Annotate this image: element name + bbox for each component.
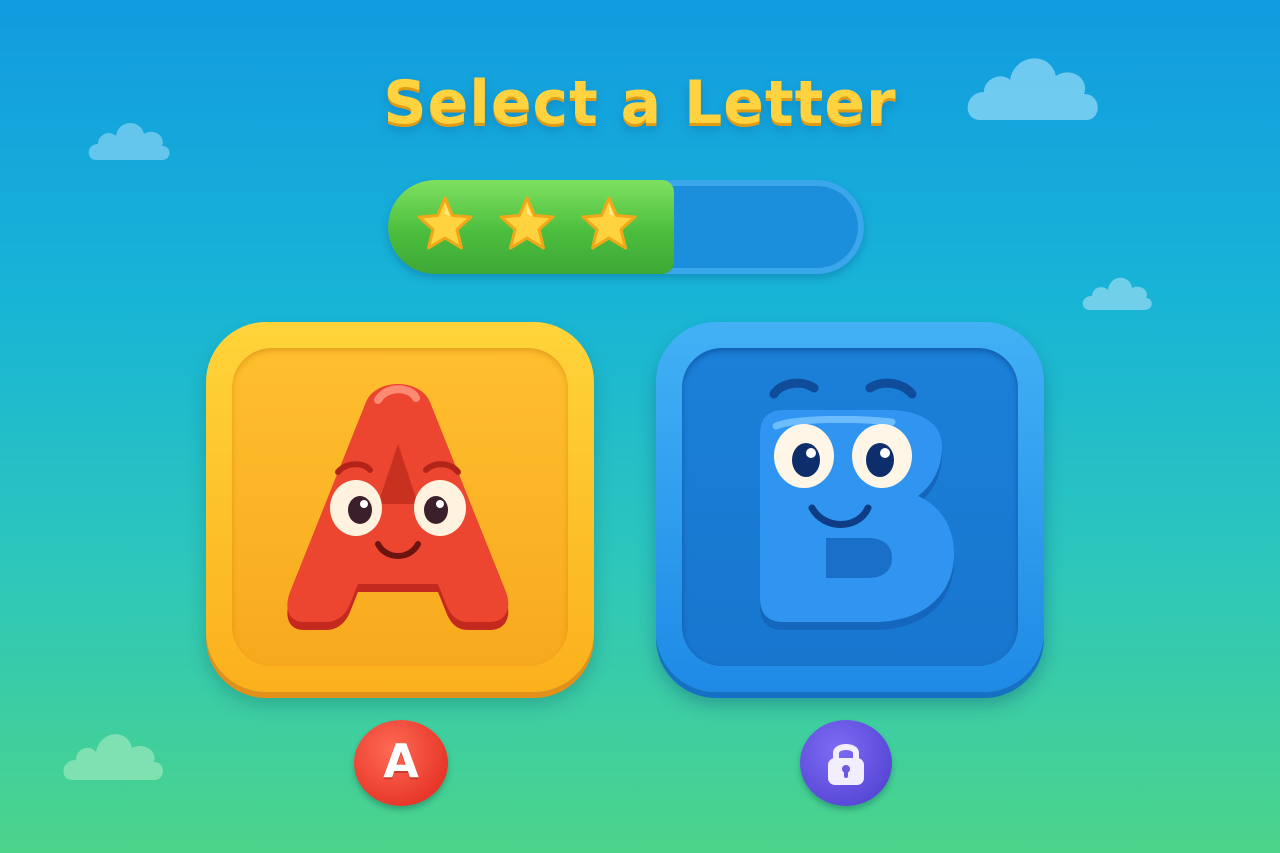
letter-b-character <box>760 378 954 630</box>
star-icon <box>417 196 473 250</box>
cloud-icon <box>1082 277 1152 310</box>
star-icon <box>499 196 555 250</box>
letter-card-a[interactable] <box>206 322 594 692</box>
page-title: Select a Letter <box>383 68 897 138</box>
badge-a-label: A <box>383 734 419 788</box>
letter-card-b[interactable] <box>656 322 1044 692</box>
letter-a-character <box>287 384 509 630</box>
progress-bar <box>388 180 864 274</box>
star-row <box>414 194 640 256</box>
lock-icon <box>828 744 864 785</box>
star-icon <box>581 196 637 250</box>
letter-a-badge[interactable]: A <box>354 720 448 806</box>
cloud-icon <box>63 734 163 780</box>
letter-b-locked-badge <box>800 720 892 806</box>
